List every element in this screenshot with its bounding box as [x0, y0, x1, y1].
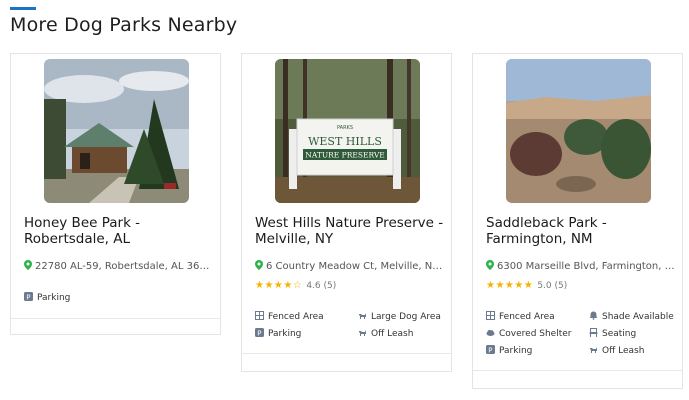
park-address-text: 6300 Marseille Blvd, Farmington, NM ... — [497, 261, 676, 272]
amenity-large-dog-area: Large Dog Area — [358, 311, 441, 322]
amenity-parking: P Parking — [24, 292, 70, 303]
map-pin-icon — [24, 260, 32, 270]
park-rating: ★★★★☆ 4.6 (5) — [255, 280, 336, 291]
park-address: 6300 Marseille Blvd, Farmington, NM ... — [486, 260, 676, 272]
park-address: 22780 AL-59, Robertsdale, AL 36567 — [24, 260, 214, 272]
amenity-covered-shelter: Covered Shelter — [486, 328, 572, 339]
park-name-line: Honey Bee Park - — [24, 215, 141, 231]
park-name-line: Melville, NY — [255, 231, 334, 247]
park-card[interactable]: Saddleback Park - Farmington, NM 6300 Ma… — [472, 53, 683, 389]
amenity-fenced-area: Fenced Area — [255, 311, 324, 322]
park-card[interactable]: PARKS WEST HILLS NATURE PRESERVE West Hi… — [241, 53, 452, 372]
amenity-parking: P Parking — [255, 328, 301, 339]
park-photo[interactable] — [44, 59, 189, 203]
amenity-seating: Seating — [589, 328, 636, 339]
park-name-line: Robertsdale, AL — [24, 231, 131, 247]
card-divider — [473, 370, 682, 371]
dog-icon — [590, 347, 597, 353]
sign-line1: WEST HILLS — [308, 135, 382, 148]
map-pin-icon — [255, 260, 263, 270]
park-name[interactable]: Honey Bee Park - Robertsdale, AL — [24, 215, 214, 247]
park-rating: ★★★★★ 5.0 (5) — [486, 280, 567, 291]
amenity-fenced-area: Fenced Area — [486, 311, 555, 322]
parking-icon: P — [486, 345, 495, 354]
park-name-line: West Hills Nature Preserve - — [255, 215, 444, 231]
dog-icon — [359, 313, 366, 319]
parking-icon: P — [255, 328, 264, 337]
park-name-line: Farmington, NM — [486, 231, 593, 247]
cloud-icon — [486, 330, 495, 336]
amenity-off-leash: Off Leash — [358, 328, 413, 339]
park-address: 6 Country Meadow Ct, Melville, NY 117... — [255, 260, 445, 272]
park-address-text: 6 Country Meadow Ct, Melville, NY 117... — [266, 261, 445, 272]
card-divider — [242, 353, 451, 354]
fence-grid-icon — [255, 311, 264, 320]
rating-value: 4.6 (5) — [306, 281, 337, 291]
amenity-parking: P Parking — [486, 345, 532, 356]
svg-text:P: P — [26, 293, 30, 301]
rating-stars: ★★★★★ — [486, 280, 534, 291]
section-accent-bar — [10, 7, 36, 10]
rating-stars: ★★★★☆ — [255, 280, 303, 291]
sign-small-text: PARKS — [337, 125, 353, 131]
amenity-shade-available: Shade Available — [589, 311, 674, 322]
dog-icon — [359, 330, 366, 336]
park-address-text: 22780 AL-59, Robertsdale, AL 36567 — [35, 261, 214, 272]
map-pin-icon — [486, 260, 494, 270]
park-name[interactable]: West Hills Nature Preserve - Melville, N… — [255, 215, 445, 247]
section-title: More Dog Parks Nearby — [10, 14, 238, 36]
parking-icon: P — [24, 292, 33, 301]
rating-value: 5.0 (5) — [537, 281, 568, 291]
fence-grid-icon — [486, 311, 495, 320]
chair-icon — [589, 328, 598, 337]
amenity-off-leash: Off Leash — [589, 345, 644, 356]
park-card[interactable]: Honey Bee Park - Robertsdale, AL 22780 A… — [10, 53, 221, 335]
sign-line2: NATURE PRESERVE — [305, 151, 384, 160]
park-photo[interactable]: PARKS WEST HILLS NATURE PRESERVE — [275, 59, 420, 203]
park-name-line: Saddleback Park - — [486, 215, 607, 231]
svg-text:P: P — [488, 346, 492, 354]
bell-icon — [589, 311, 598, 320]
park-photo[interactable] — [506, 59, 651, 203]
card-divider — [11, 318, 220, 319]
svg-text:P: P — [257, 329, 261, 337]
park-name[interactable]: Saddleback Park - Farmington, NM — [486, 215, 676, 247]
